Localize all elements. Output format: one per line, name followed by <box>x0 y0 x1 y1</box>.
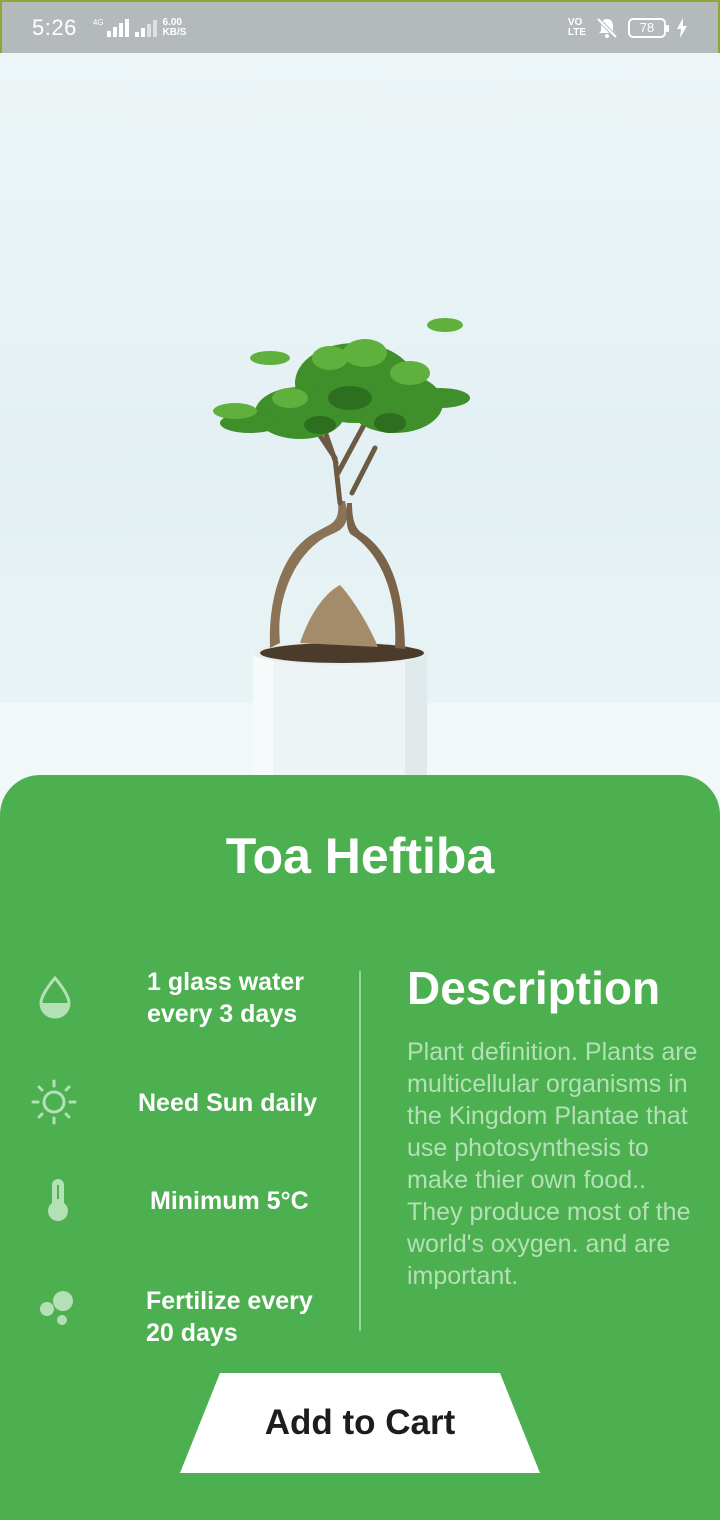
speed-unit: KB/S <box>162 26 187 38</box>
bell-off-icon <box>596 17 618 38</box>
volte-top: VO <box>567 16 583 28</box>
care-item-fertilizer: Fertilize every 20 days <box>0 1285 340 1355</box>
care-item-sun: Need Sun daily <box>0 1077 340 1147</box>
description-title: Description <box>407 962 661 1014</box>
volte-bottom: LTE <box>567 26 586 38</box>
fertilizer-icon <box>40 1291 73 1325</box>
plant-details-card: Toa Heftiba 1 glass water every 3 days N… <box>0 775 720 1520</box>
add-to-cart-label: Add to Cart <box>264 1403 456 1442</box>
column-divider <box>359 971 361 1331</box>
description-body: Plant definition. Plants are multicellul… <box>407 1038 698 1290</box>
status-left-icons: 4G 6.00 KB/S <box>92 16 187 38</box>
care-item-temperature: Minimum 5°C <box>0 1175 340 1245</box>
sun-icon <box>31 1079 77 1125</box>
battery-level: 78 <box>639 20 655 35</box>
signal-4g-icon: 4G <box>92 17 129 37</box>
add-to-cart-button[interactable]: Add to Cart <box>180 1373 540 1473</box>
signal-icon <box>134 19 157 37</box>
charging-icon <box>677 17 687 38</box>
status-bar: 5:26 4G 6.00 KB/S VO LTE 78 <box>0 0 720 53</box>
network-speed: 6.00 KB/S <box>162 16 187 38</box>
plant-illustration <box>0 318 720 813</box>
plant-photo <box>0 53 720 813</box>
care-item-water: 1 glass water every 3 days <box>0 962 340 1032</box>
status-time: 5:26 <box>32 14 77 40</box>
status-right-icons: VO LTE 78 <box>568 17 688 39</box>
care-sun-text: Need Sun daily <box>138 1089 318 1117</box>
thermometer-icon <box>48 1179 68 1221</box>
speed-value: 6.00 <box>162 16 182 28</box>
volte-icon: VO LTE <box>567 16 586 38</box>
care-water-text: 1 glass water every 3 days <box>147 968 305 1028</box>
care-fertilizer-text: Fertilize every 20 days <box>146 1287 313 1347</box>
network-label: 4G <box>92 17 104 27</box>
plant-name: Toa Heftiba <box>225 828 495 884</box>
care-temperature-text: Minimum 5°C <box>150 1187 309 1215</box>
battery-icon: 78 <box>628 17 669 38</box>
water-drop-icon <box>39 975 71 1019</box>
